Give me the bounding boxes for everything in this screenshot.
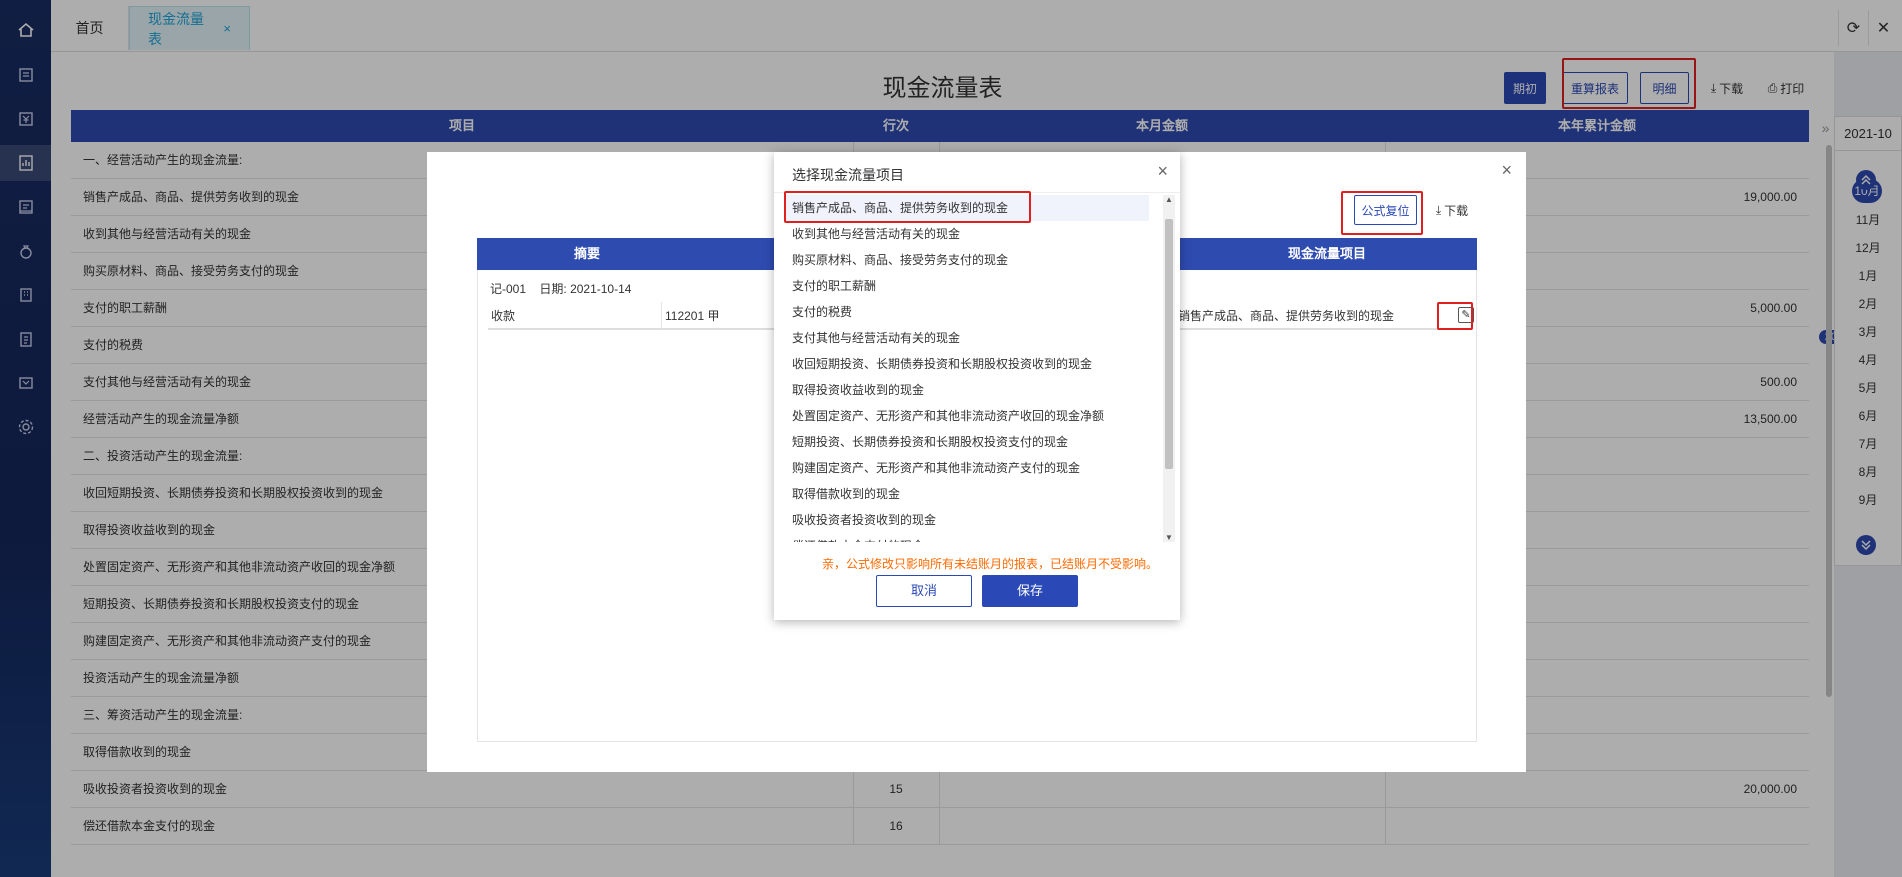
- cashflow-option[interactable]: 购买原材料、商品、接受劳务支付的现金: [784, 247, 1149, 273]
- cashflow-option[interactable]: 支付其他与经营活动有关的现金: [784, 325, 1149, 351]
- cashflow-option[interactable]: 购建固定资产、无形资产和其他非流动资产支付的现金: [784, 455, 1149, 481]
- detail-download-button[interactable]: ⤓ 下载: [1427, 195, 1477, 225]
- cashflow-option[interactable]: 取得投资收益收到的现金: [784, 377, 1149, 403]
- cashflow-option[interactable]: 收到其他与经营活动有关的现金: [784, 221, 1149, 247]
- save-button[interactable]: 保存: [982, 575, 1078, 607]
- download-icon: ⤓: [1435, 202, 1442, 217]
- col-cashflow-item: 现金流量项目: [1287, 246, 1366, 261]
- col-summary: 摘要: [573, 246, 600, 261]
- cashflow-option[interactable]: 收回短期投资、长期债券投资和长期股权投资收到的现金: [784, 351, 1149, 377]
- cashflow-option-list: 销售产成品、商品、提供劳务收到的现金 收到其他与经营活动有关的现金 购买原材料、商品…: [784, 195, 1161, 542]
- scroll-down-arrow-icon[interactable]: ▼: [1163, 533, 1175, 542]
- dialog-close-icon[interactable]: ×: [1157, 161, 1168, 182]
- select-cashflow-dialog: 选择现金流量项目 × 销售产成品、商品、提供劳务收到的现金 收到其他与经营活动有关…: [774, 152, 1180, 620]
- entry-summary: 收款: [491, 309, 516, 323]
- option-list-scrollbar[interactable]: ▲ ▼: [1163, 195, 1175, 542]
- scroll-up-arrow-icon[interactable]: ▲: [1163, 195, 1175, 204]
- entry-divider: [661, 302, 662, 330]
- entry-cashflow-item: 销售产成品、商品、提供劳务收到的现金: [1178, 309, 1395, 323]
- cashflow-option[interactable]: 支付的税费: [784, 299, 1149, 325]
- cashflow-option[interactable]: 取得借款收到的现金: [784, 481, 1149, 507]
- highlight-box: [784, 191, 1031, 223]
- cashflow-option[interactable]: 偿还借款本金支付的现金: [784, 533, 1149, 542]
- voucher-no: 记-001: [490, 282, 527, 296]
- entry-account: 112201 甲: [665, 309, 720, 323]
- detail-download-label: 下载: [1444, 203, 1469, 218]
- cashflow-option[interactable]: 支付的职工薪酬: [784, 273, 1149, 299]
- detail-modal-close-icon[interactable]: ×: [1501, 160, 1512, 181]
- voucher-date: 2021-10-14: [570, 282, 632, 296]
- formula-warning: 亲，公式修改只影响所有未结账月的报表，已结账月不受影响。: [821, 557, 1158, 571]
- voucher-date-label: 日期:: [539, 282, 567, 296]
- cashflow-option[interactable]: 处置固定资产、无形资产和其他非流动资产收回的现金净额: [784, 403, 1149, 429]
- highlight-box: [1341, 191, 1423, 235]
- highlight-box: [1437, 302, 1473, 330]
- cashflow-option[interactable]: 吸收投资者投资收到的现金: [784, 507, 1149, 533]
- dialog-title: 选择现金流量项目: [792, 167, 904, 183]
- voucher-info: 记-001 日期: 2021-10-14: [490, 280, 631, 297]
- cashflow-option[interactable]: 短期投资、长期债券投资和长期股权投资支付的现金: [784, 429, 1149, 455]
- scrollbar-thumb[interactable]: [1165, 219, 1173, 469]
- cancel-button[interactable]: 取消: [876, 575, 972, 607]
